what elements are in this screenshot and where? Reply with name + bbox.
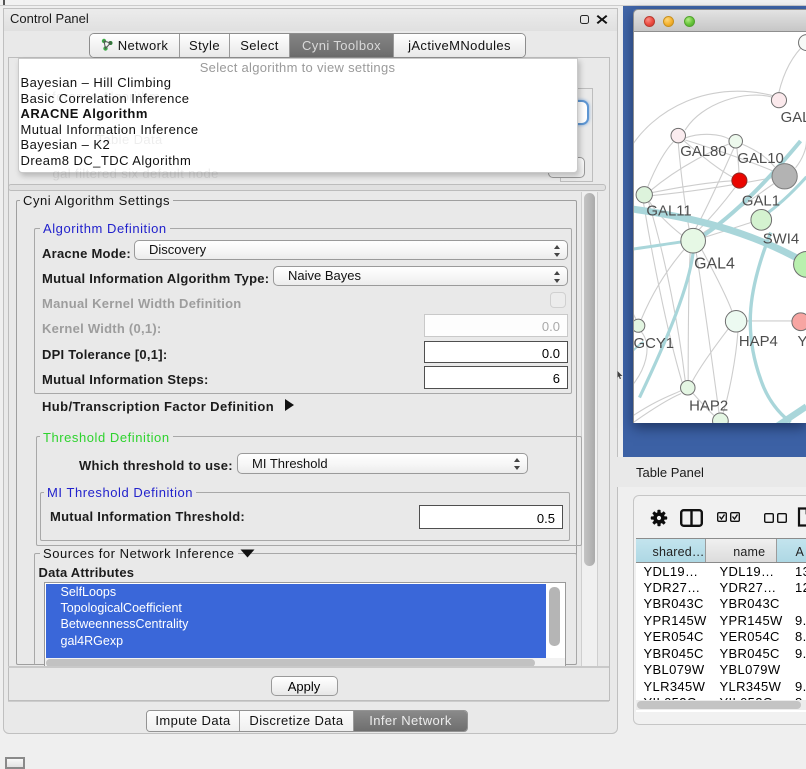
svg-text:Y: Y	[797, 333, 806, 349]
svg-text:GAL1: GAL1	[741, 193, 779, 209]
svg-text:GAL4: GAL4	[694, 255, 735, 272]
svg-text:HAP4: HAP4	[738, 333, 777, 349]
svg-text:GCY1: GCY1	[633, 335, 674, 351]
svg-text:GAL10: GAL10	[737, 150, 783, 166]
svg-text:HAP2: HAP2	[689, 398, 728, 414]
svg-text:SWI4: SWI4	[762, 231, 798, 247]
svg-text:GAL: GAL	[780, 110, 806, 126]
svg-text:GAL80: GAL80	[680, 143, 726, 159]
svg-text:GAL11: GAL11	[646, 203, 691, 219]
